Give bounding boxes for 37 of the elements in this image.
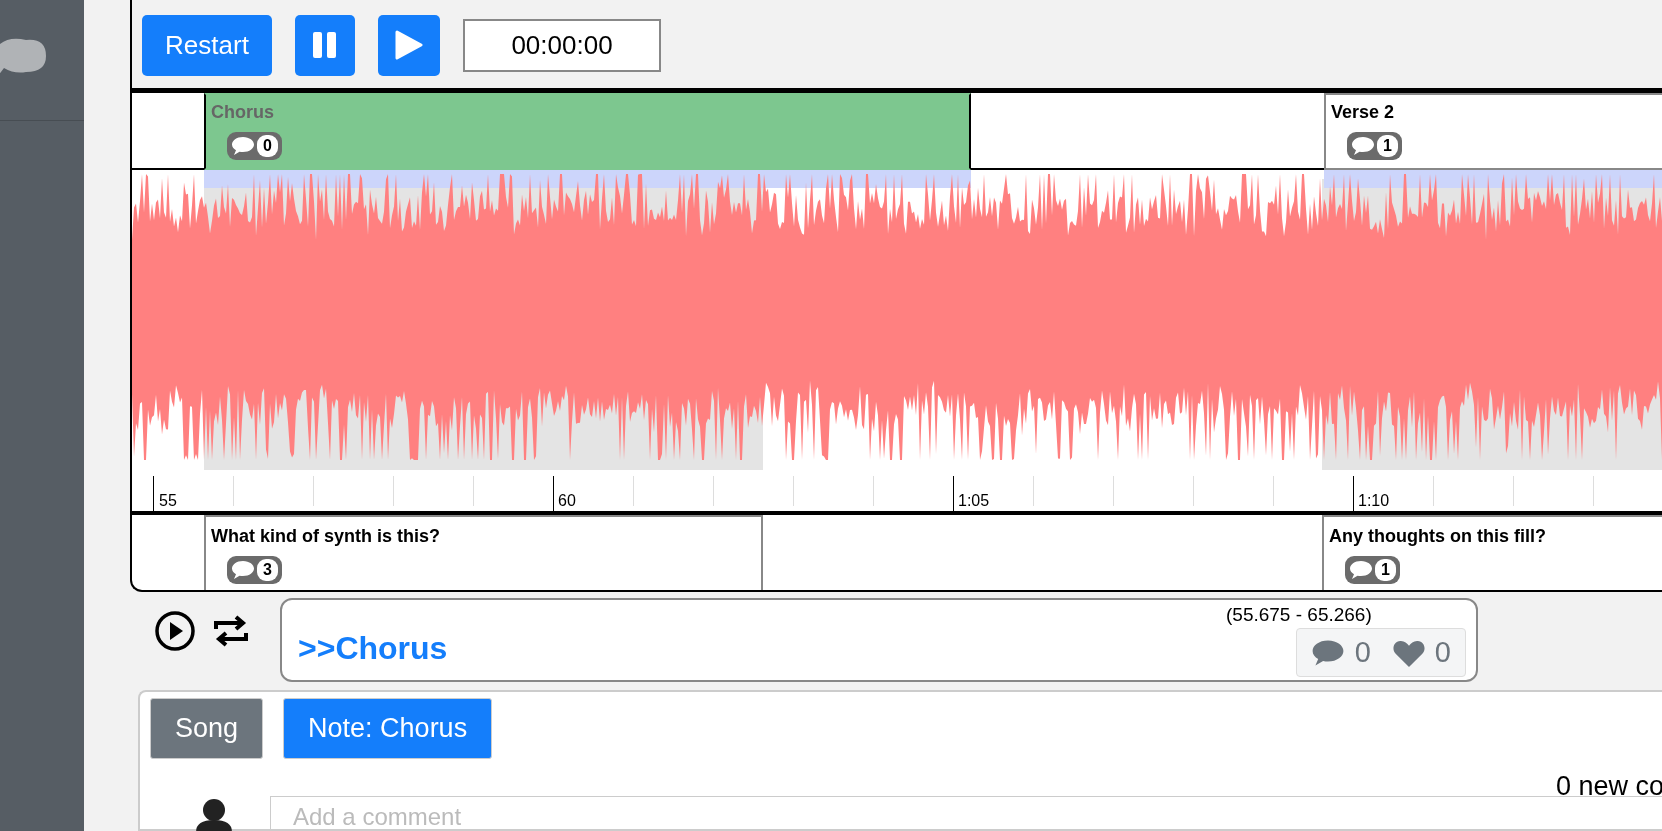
restart-button[interactable]: Restart — [142, 14, 272, 76]
speech-bubble-icon — [1351, 136, 1375, 156]
section-label: Chorus — [211, 101, 275, 124]
comment-input[interactable]: Add a comment — [270, 796, 1662, 831]
section-block[interactable]: Verse 2 1 — [1324, 93, 1662, 170]
speech-bubble-icon — [1310, 638, 1345, 667]
axis-label: 60 — [558, 492, 576, 510]
axis-label: 1:10 — [1358, 492, 1390, 510]
time-range: (55.675 - 65.266) — [1226, 604, 1372, 626]
panel-tab[interactable]: Note: Chorus — [283, 698, 493, 759]
pause-icon — [313, 32, 337, 58]
comment-count: 0 — [1354, 634, 1371, 670]
note-title: >>Chorus — [298, 629, 448, 668]
axis-label: 55 — [159, 492, 177, 510]
axis-label: 1:05 — [958, 492, 990, 510]
note-block[interactable]: What kind of synth is this? 3 — [204, 515, 763, 590]
note-label: What kind of synth is this? — [211, 525, 441, 548]
pause-button[interactable] — [295, 14, 355, 76]
note-block[interactable]: Any thoughts on this fill? 1 — [1322, 515, 1662, 590]
note-label: Any thoughts on this fill? — [1329, 525, 1547, 548]
play-circle-icon[interactable] — [154, 610, 196, 652]
speech-bubble-icon — [231, 136, 255, 156]
heart-icon — [1392, 638, 1425, 667]
play-icon — [395, 30, 423, 60]
comment-count-badge[interactable]: 0 — [227, 132, 282, 160]
speech-bubble-icon — [1349, 560, 1373, 580]
panel-tab[interactable]: Song — [150, 698, 264, 759]
comment-count-badge[interactable]: 1 — [1345, 556, 1400, 584]
section-label: Verse 2 — [1331, 101, 1396, 124]
comment-count-badge[interactable]: 3 — [227, 556, 282, 584]
like-count: 0 — [1434, 634, 1451, 670]
section-block[interactable]: Chorus 0 — [204, 93, 971, 170]
comment-count-badge[interactable]: 1 — [1347, 132, 1402, 160]
play-button[interactable] — [378, 14, 440, 76]
speech-bubble-icon — [231, 560, 255, 580]
repeat-icon[interactable] — [212, 613, 250, 649]
time-display: 00:00:00 — [463, 18, 661, 72]
